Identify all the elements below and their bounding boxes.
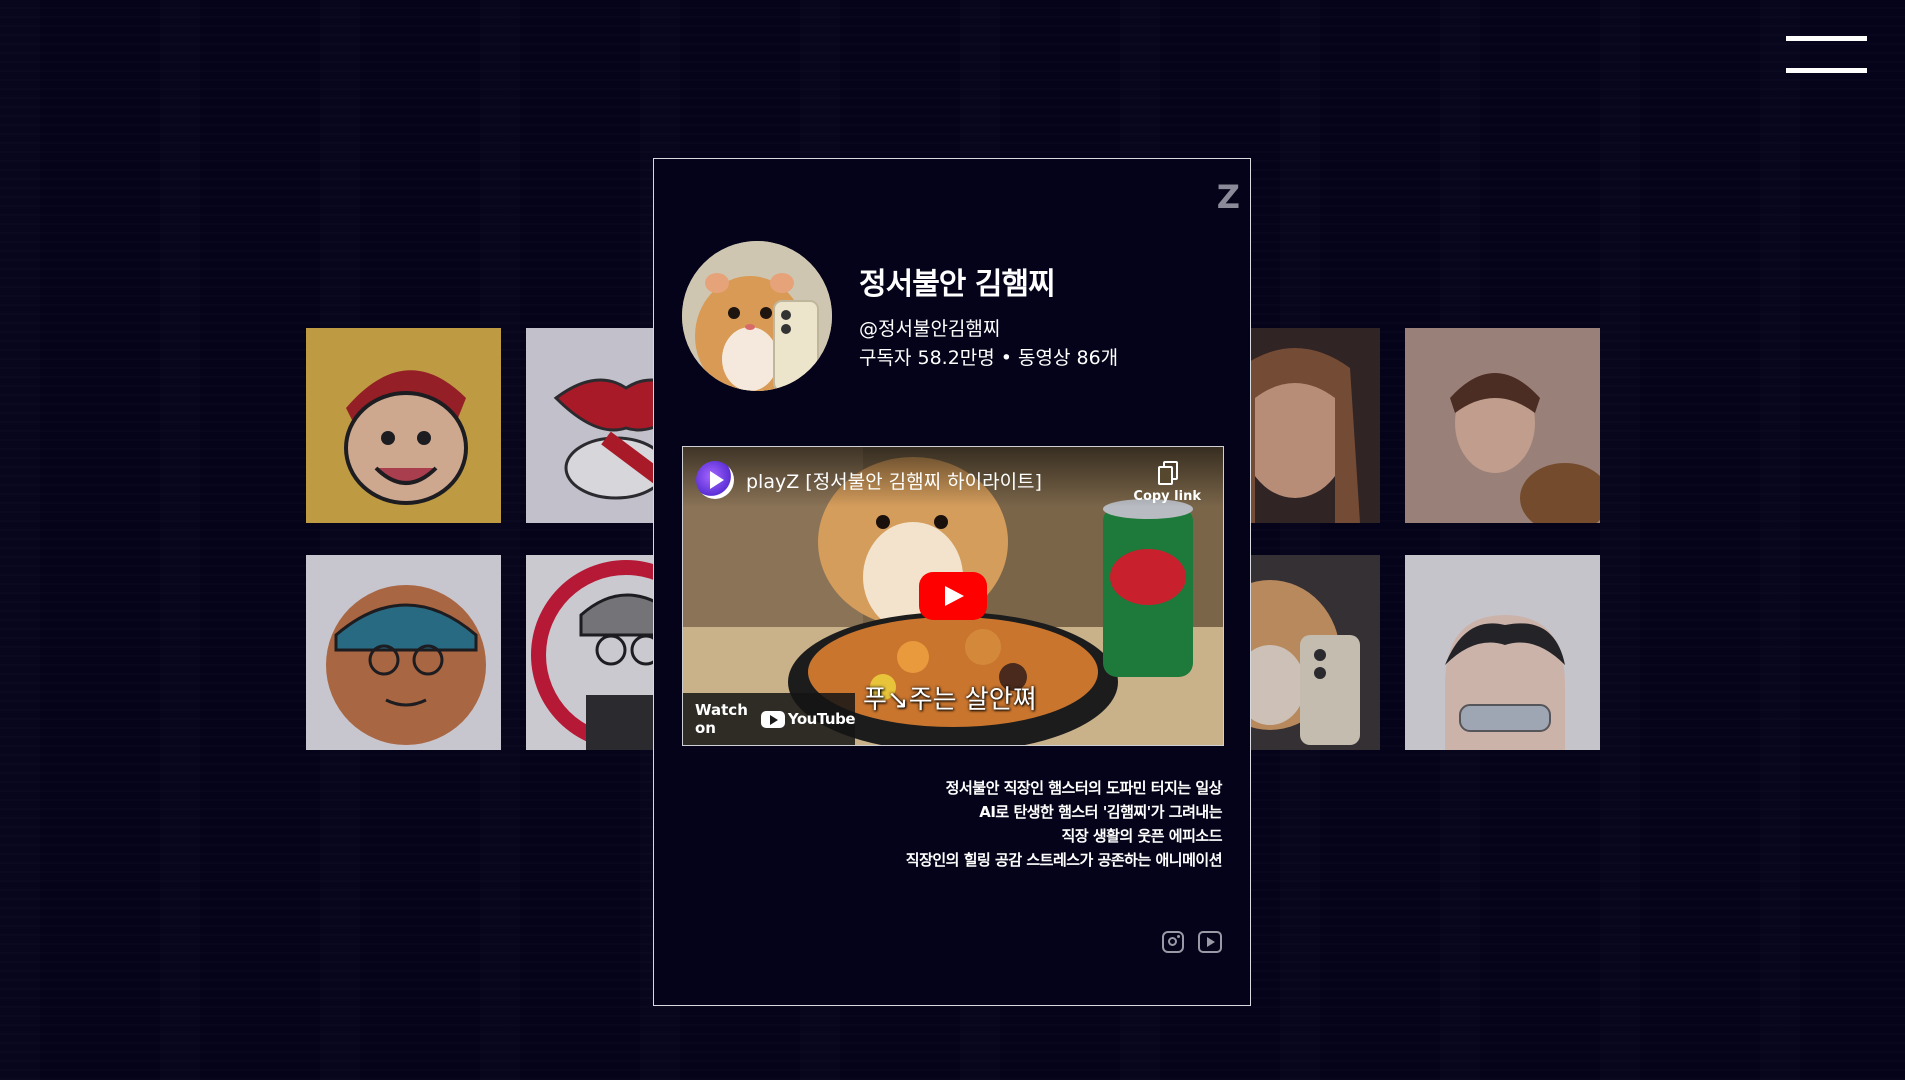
channel-handle: @정서불안김햄찌 — [859, 318, 1001, 340]
watch-on-label: Watch on — [695, 701, 748, 737]
description-line: 정서불안 직장인 햄스터의 도파민 터지는 일상 — [945, 779, 1223, 797]
channel-tile-bandana-man[interactable] — [306, 555, 501, 750]
copy-link-label: Copy link — [1133, 489, 1201, 504]
playz-logo-icon[interactable] — [696, 461, 734, 499]
woman-with-dog-image — [1405, 328, 1600, 523]
channel-modal: Z 정서불안 김햄찌 @정서불안김햄찌 구독자 58.2만명 • 동영상 86개 — [653, 158, 1251, 1006]
bandana-man-image — [306, 555, 501, 750]
hamburger-icon[interactable] — [1786, 36, 1867, 74]
description-line: 직장 생활의 웃픈 에피소드 — [1061, 827, 1223, 845]
channel-tile-cartoon-cap-boy[interactable] — [306, 328, 501, 523]
play-button[interactable] — [919, 572, 987, 620]
close-button[interactable]: Z — [1217, 181, 1240, 213]
channel-description: 정서불안 직장인 햄스터의 도파민 터지는 일상 AI로 탄생한 햄스터 '김햄… — [905, 776, 1223, 872]
channel-name: 정서불안 김햄찌 — [859, 267, 1056, 302]
video-caption: 푸↘주는 살안쪄 — [863, 685, 1037, 715]
youtube-icon[interactable] — [1198, 931, 1222, 953]
cartoon-cap-boy-image — [306, 328, 501, 523]
channel-stats: 구독자 58.2만명 • 동영상 86개 — [859, 347, 1119, 369]
video-player[interactable]: playZ [정서불안 김햄찌 하이라이트] Copy link 푸↘주는 살안… — [682, 446, 1224, 746]
hamster-avatar-image — [682, 241, 832, 391]
watch-on-youtube-button[interactable]: Watch on YouTube — [683, 693, 856, 745]
description-line: 직장인의 힐링 공감 스트레스가 공존하는 애니메이션 — [905, 851, 1223, 869]
youtube-logo: YouTube — [760, 710, 856, 728]
copy-icon — [1158, 461, 1179, 485]
channel-tile-woman-with-dog[interactable] — [1405, 328, 1600, 523]
description-line: AI로 탄생한 햄스터 '김햄찌'가 그려내는 — [979, 803, 1222, 821]
instagram-icon[interactable] — [1162, 931, 1184, 953]
channel-tile-glasses-man[interactable] — [1405, 555, 1600, 750]
avatar — [682, 241, 832, 391]
youtube-wordmark: YouTube — [787, 710, 856, 728]
copy-link-button[interactable]: Copy link — [1133, 461, 1201, 504]
social-links — [1162, 931, 1222, 953]
youtube-play-icon — [760, 710, 785, 728]
glasses-man-image — [1405, 555, 1600, 750]
video-title[interactable]: playZ [정서불안 김햄찌 하이라이트] — [746, 467, 1042, 494]
